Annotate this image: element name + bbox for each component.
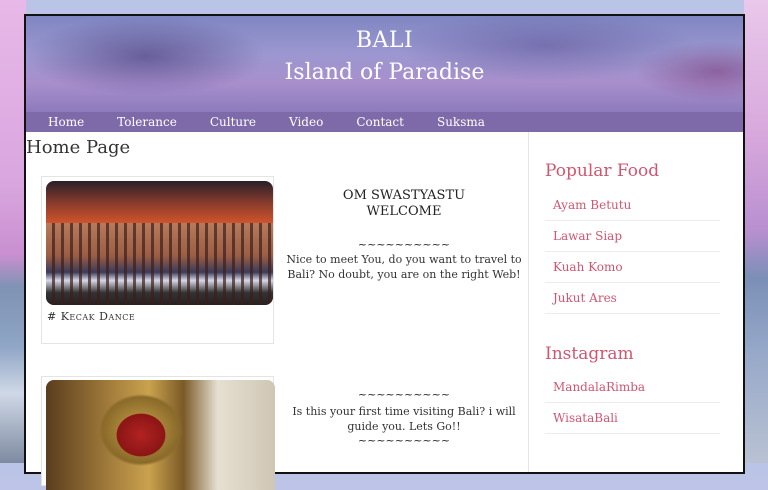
background-left [0,0,26,463]
sidebar-divider [528,132,529,472]
site-title: BALI [355,28,414,53]
nav-video[interactable]: Video [289,115,323,129]
header-banner: BALI Island of Paradise [26,16,743,112]
nav-culture[interactable]: Culture [210,115,256,129]
instagram-item[interactable]: WisataBali [545,403,720,434]
food-item[interactable]: Jukut Ares [545,283,720,314]
guide-text: Is this your first time visiting Bali? i… [292,405,516,433]
divider-tilde: ~~~~~~~~~~ [357,388,451,401]
welcome-title: OM SWASTYASTU WELCOME [284,188,524,220]
page-container: BALI Island of Paradise Home Tolerance C… [24,14,745,490]
welcome-title-line2: WELCOME [366,204,442,219]
popular-food-list: Ayam Betutu Lawar Siap Kuah Komo Jukut A… [545,190,720,314]
nav-suksma[interactable]: Suksma [437,115,485,129]
food-item[interactable]: Ayam Betutu [545,190,720,221]
site-subtitle: Island of Paradise [284,60,485,85]
barong-mask-image [46,380,275,490]
nav-tolerance[interactable]: Tolerance [117,115,177,129]
kecak-card: # Kecak Dance [41,176,274,344]
barong-card [41,376,275,490]
nav-bar: Home Tolerance Culture Video Contact Suk… [26,112,743,132]
instagram-heading: Instagram [545,344,634,364]
welcome-title-line1: OM SWASTYASTU [342,188,466,203]
divider-tilde: ~~~~~~~~~~ [357,434,451,447]
kecak-caption: # Kecak Dance [47,310,136,323]
kecak-dancers [46,223,273,305]
nav-contact[interactable]: Contact [356,115,404,129]
welcome-text: Nice to meet You, do you want to travel … [286,253,522,281]
popular-food-heading: Popular Food [545,161,660,181]
food-item[interactable]: Lawar Siap [545,221,720,252]
instagram-item[interactable]: MandalaRimba [545,372,720,403]
page-title: Home Page [26,137,131,158]
instagram-list: MandalaRimba WisataBali [545,372,720,434]
kecak-dance-image [46,181,273,305]
divider-tilde: ~~~~~~~~~~ [357,238,451,251]
food-item[interactable]: Kuah Komo [545,252,720,283]
background-right [744,0,768,463]
nav-home[interactable]: Home [48,115,84,129]
